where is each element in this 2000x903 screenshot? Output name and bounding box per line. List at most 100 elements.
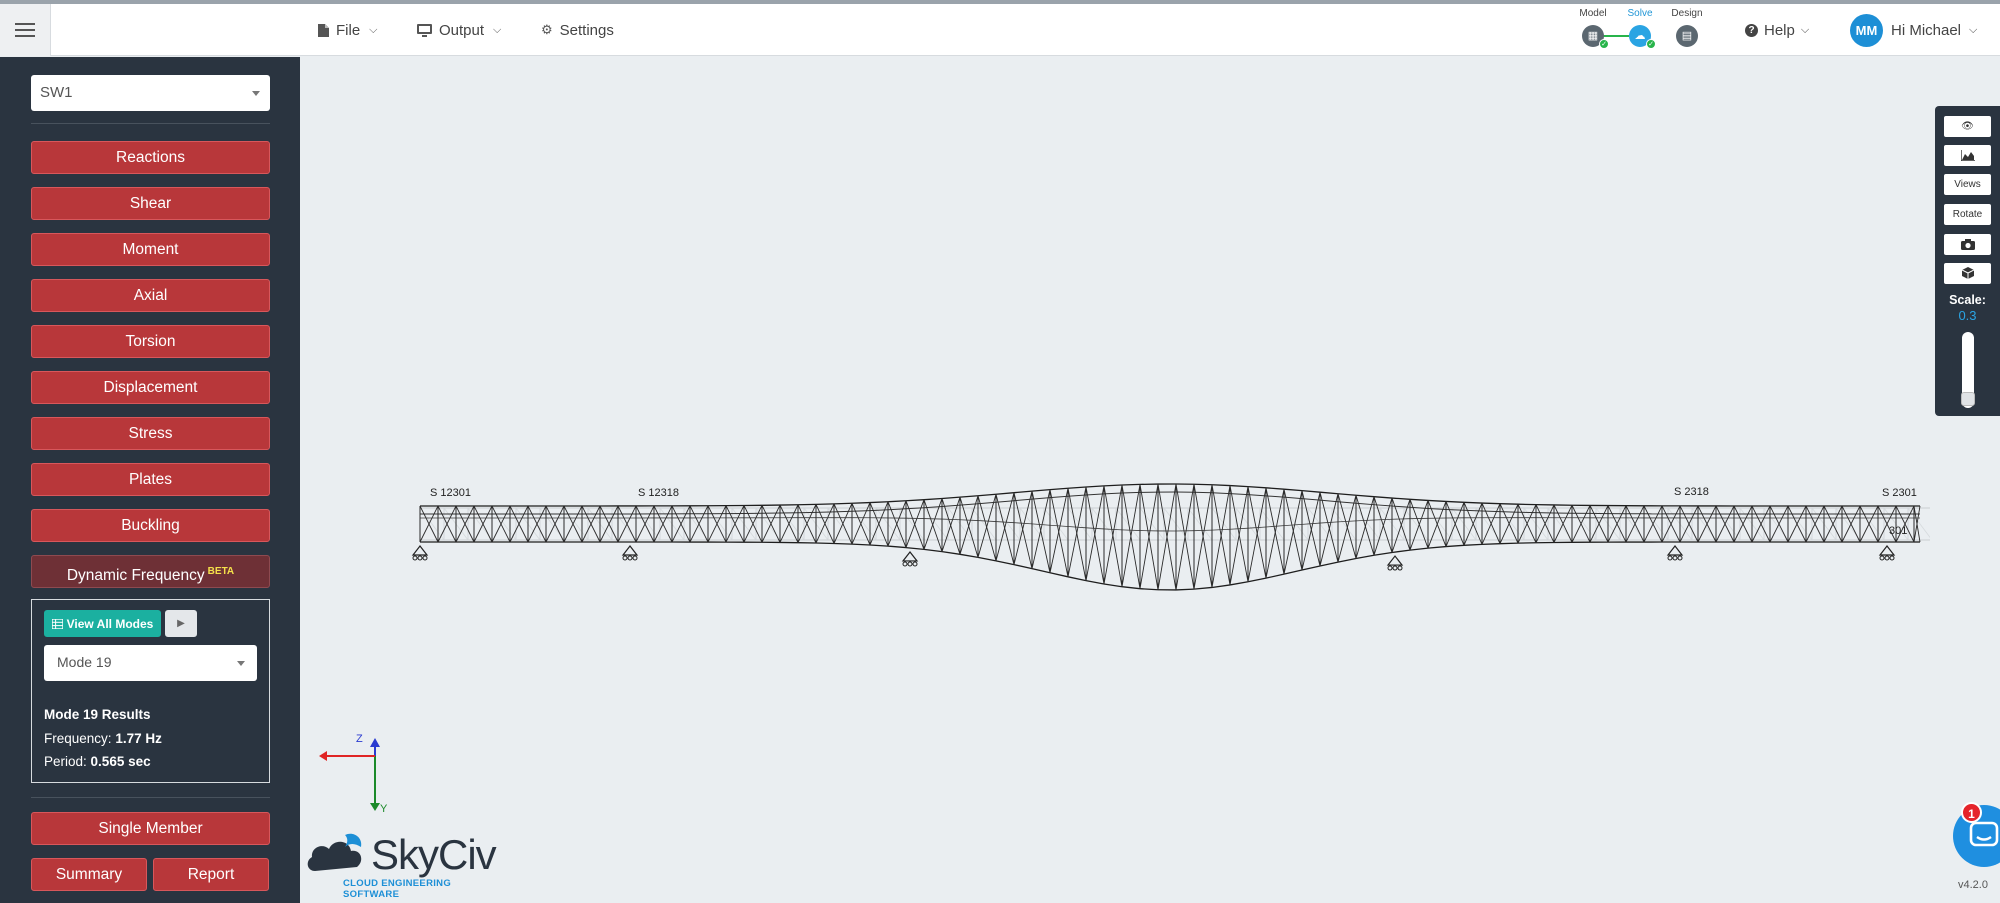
truss-member (1031, 489, 1051, 492)
skyciv-logo: SkyCiv CLOUD ENGINEERING SOFTWARE (305, 827, 505, 900)
mode-select[interactable]: Mode 19 (44, 645, 257, 681)
notification-badge: 1 (1961, 802, 1982, 823)
truss-member (995, 507, 1021, 541)
report-button[interactable]: Report (153, 858, 269, 891)
truss-member (833, 510, 853, 513)
truss-member (1067, 526, 1087, 529)
truss-member (1193, 491, 1213, 494)
truss-member (1427, 499, 1447, 503)
truss-member (1391, 497, 1411, 551)
play-animation-button[interactable]: ▶ (165, 610, 197, 637)
truss-member (959, 553, 979, 559)
buckling-button[interactable]: Buckling (31, 509, 270, 542)
truss-member (1283, 496, 1303, 500)
scale-slider-thumb[interactable] (1961, 392, 1975, 406)
scale-slider[interactable] (1961, 332, 1975, 408)
truss-member (851, 510, 871, 512)
mode-results-title: Mode 19 Results (44, 707, 151, 722)
truss-member (995, 492, 1015, 561)
camera-icon (1960, 238, 1975, 250)
deformed-structure-wireframe (411, 483, 1930, 591)
single-member-button[interactable]: Single Member (31, 812, 270, 845)
truss-member (905, 546, 925, 551)
view-all-modes-button[interactable]: View All Modes (44, 610, 161, 637)
3d-view-button[interactable] (1944, 263, 1991, 284)
truss-member (1283, 569, 1303, 575)
step-model[interactable]: Model ▦ ✓ (1573, 8, 1613, 49)
truss-member (1301, 522, 1321, 525)
truss-member (1283, 523, 1303, 527)
truss-member (1085, 485, 1105, 488)
table-icon (51, 618, 63, 629)
shear-button[interactable]: Shear (31, 187, 270, 220)
truss-member (1391, 549, 1411, 554)
truss-member (1013, 492, 1033, 569)
help-menu[interactable]: ? Help ⌵ (1745, 4, 1809, 56)
scale-value: 0.3 (1958, 308, 1977, 323)
truss-member (1067, 576, 1087, 582)
truss-member (1193, 483, 1213, 486)
view-all-modes-label: View All Modes (66, 616, 154, 631)
truss-member (1427, 545, 1447, 549)
file-menu[interactable]: File ⌵ (318, 4, 378, 56)
version-label: v4.2.0 (1958, 879, 1988, 891)
support-roller (907, 561, 913, 567)
truss-member (995, 521, 1015, 524)
hamburger-menu-icon[interactable] (0, 4, 51, 56)
step-design-label: Design (1671, 8, 1703, 19)
user-greeting: Hi Michael (1891, 21, 1962, 39)
truss-member (1409, 498, 1429, 502)
load-case-select[interactable]: SW1 (31, 75, 270, 111)
node-label: S 2318 (1674, 486, 1709, 498)
truss-member (1355, 494, 1375, 498)
moment-button[interactable]: Moment (31, 233, 270, 266)
dynamic-frequency-button[interactable]: Dynamic Frequency BETA (31, 555, 270, 588)
stress-button[interactable]: Stress (31, 417, 270, 450)
displacement-button[interactable]: Displacement (31, 371, 270, 404)
step-design[interactable]: Design ▤ (1667, 8, 1707, 47)
truss-member (1031, 523, 1051, 526)
truss-member (1211, 484, 1231, 487)
viewport-toolbar: 👁 Views Rotate Scale: 0.3 (1935, 106, 2000, 416)
reactions-button[interactable]: Reactions (31, 141, 270, 174)
rotate-button[interactable]: Rotate (1944, 204, 1991, 225)
screenshot-button[interactable] (1944, 234, 1991, 255)
summary-button[interactable]: Summary (31, 858, 147, 891)
truss-member (1247, 485, 1267, 489)
truss-member (1319, 491, 1339, 495)
dynamic-frequency-label: Dynamic Frequency (66, 567, 205, 585)
truss-member (1463, 543, 1483, 546)
user-menu[interactable]: MM Hi Michael ⌵ (1850, 4, 1977, 56)
beta-badge: BETA (207, 566, 235, 577)
support-icon (411, 545, 429, 556)
support-icon (621, 545, 639, 556)
step-solve-label: Solve (1627, 8, 1653, 19)
truss-member (869, 501, 889, 504)
period-row: Period: 0.565 sec (44, 754, 151, 769)
support-roller (417, 555, 423, 561)
views-button[interactable]: Views (1944, 174, 1991, 195)
truss-member (1337, 557, 1357, 563)
settings-menu[interactable]: ⚙ Settings (541, 4, 614, 56)
truss-member (1013, 522, 1033, 525)
torsion-button[interactable]: Torsion (31, 325, 270, 358)
step-solve[interactable]: Solve ☁ ✓ (1620, 8, 1660, 49)
truss-member (1259, 507, 1285, 541)
truss-member (1373, 551, 1393, 556)
toggle-visibility-button[interactable]: 👁 (1944, 116, 1991, 137)
truss-member (923, 518, 943, 520)
truss-member (1247, 494, 1267, 497)
node-label: 301 (1889, 525, 1908, 537)
axis-z-label: Z (356, 733, 363, 745)
chart-area-button[interactable] (1944, 145, 1991, 166)
truss-member (1355, 496, 1375, 559)
plates-button[interactable]: Plates (31, 463, 270, 496)
truss-member (1229, 527, 1249, 530)
output-menu[interactable]: Output ⌵ (417, 4, 501, 56)
truss-member (1319, 493, 1339, 567)
truss-member (1121, 491, 1141, 494)
step-model-label: Model (1579, 8, 1607, 19)
truss-member (1301, 498, 1321, 501)
support-roller (1884, 555, 1890, 561)
axial-button[interactable]: Axial (31, 279, 270, 312)
